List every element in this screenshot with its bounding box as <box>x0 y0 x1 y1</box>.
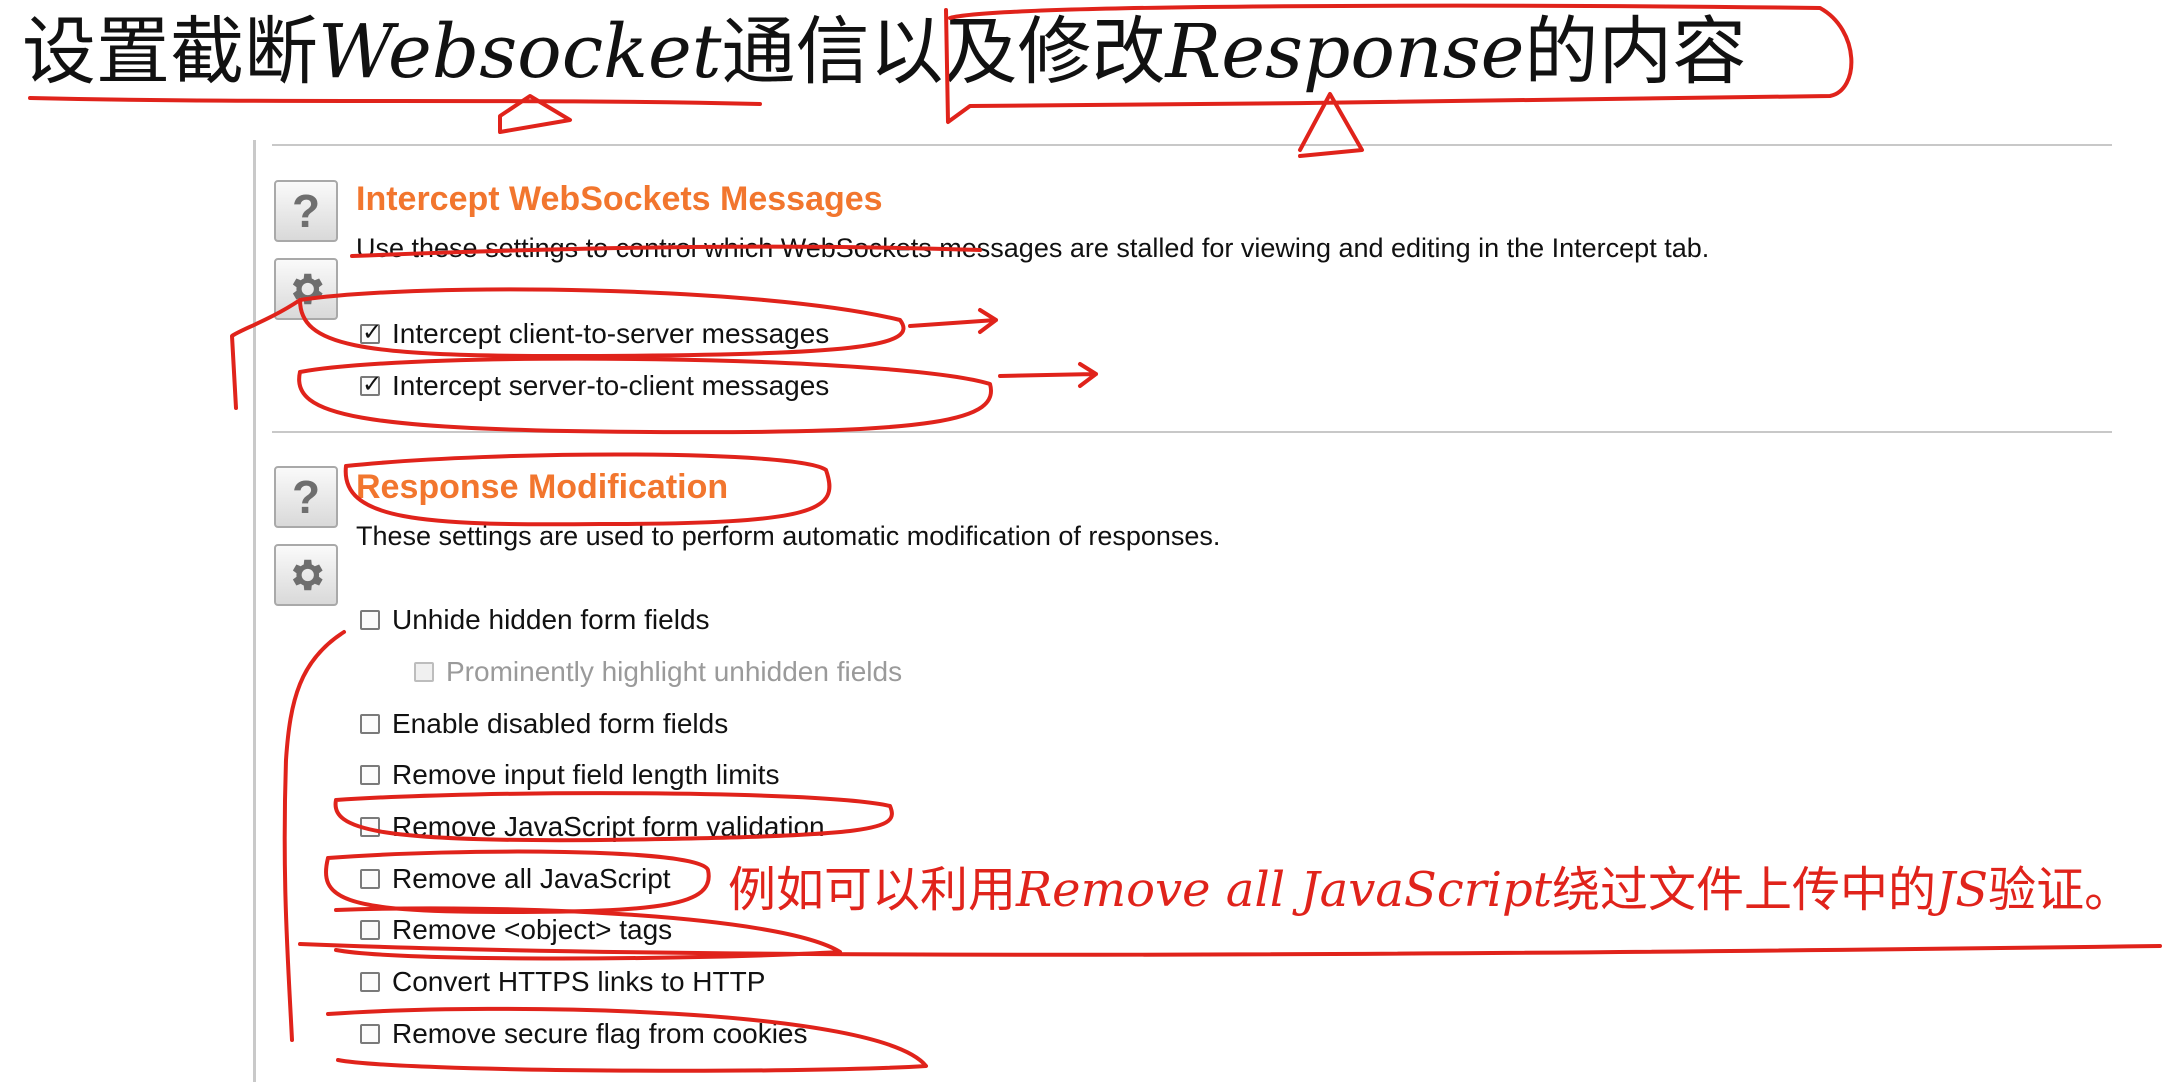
section-divider <box>272 144 2112 146</box>
option-label: Intercept server-to-client messages <box>392 370 830 401</box>
option-label: Remove input field length limits <box>392 759 780 790</box>
annotation-text: 例如可以利用 <box>728 862 1017 918</box>
video-caption-title: 设置截断Websocket通信以及修改Response的内容 <box>22 2 1746 102</box>
remove-js-validation-checkbox[interactable]: Remove JavaScript form validation <box>360 809 825 845</box>
option-label: Remove secure flag from cookies <box>392 1018 808 1049</box>
checkbox-disabled-icon <box>414 662 434 682</box>
annotation-text: Remove all JavaScript <box>1016 862 1553 918</box>
checkbox-checked-icon[interactable] <box>360 318 382 346</box>
response-section: Response Modification These settings are… <box>356 468 2163 552</box>
remove-object-tags-checkbox[interactable]: Remove <object> tags <box>360 912 672 948</box>
panel-border <box>253 140 256 1082</box>
handwritten-annotation-note: 例如可以利用Remove all JavaScript绕过文件上传中的JS验证。 <box>728 850 2132 920</box>
checkbox-icon[interactable] <box>360 1024 380 1044</box>
checkbox-icon[interactable] <box>360 920 380 940</box>
option-label: Intercept client-to-server messages <box>392 318 830 349</box>
remove-length-limits-checkbox[interactable]: Remove input field length limits <box>360 757 780 793</box>
pen-arrow <box>998 362 1098 388</box>
checkbox-icon[interactable] <box>360 714 380 734</box>
caption-text: 的内容 <box>1524 9 1747 95</box>
websockets-settings-button[interactable] <box>274 258 338 320</box>
pen-arrow <box>908 308 998 334</box>
option-label: Enable disabled form fields <box>392 708 729 739</box>
checkbox-checked-icon[interactable] <box>360 370 382 398</box>
remove-all-javascript-checkbox[interactable]: Remove all JavaScript <box>360 861 671 897</box>
checkbox-icon[interactable] <box>360 610 380 630</box>
checkbox-icon[interactable] <box>360 869 380 889</box>
checkbox-icon[interactable] <box>360 972 380 992</box>
checkbox-icon[interactable] <box>360 817 380 837</box>
intercept-server-to-client-checkbox[interactable]: Intercept server-to-client messages <box>360 368 829 404</box>
remove-secure-flag-checkbox[interactable]: Remove secure flag from cookies <box>360 1016 808 1052</box>
help-icon: ? <box>291 471 321 523</box>
convert-https-links-checkbox[interactable]: Convert HTTPS links to HTTP <box>360 964 765 1000</box>
option-label: Convert HTTPS links to HTTP <box>392 966 766 997</box>
response-settings-button[interactable] <box>274 544 338 606</box>
left-gutter <box>0 140 255 1082</box>
websockets-section-title: Intercept WebSockets Messages <box>356 180 883 218</box>
caption-text: Websocket <box>318 9 722 95</box>
section-divider <box>272 431 2112 433</box>
response-help-button[interactable]: ? <box>274 466 338 528</box>
option-label: Remove JavaScript form validation <box>392 811 825 842</box>
pen-bracket <box>282 630 346 1042</box>
gear-icon <box>292 273 323 305</box>
response-section-title: Response Modification <box>356 468 729 506</box>
option-label: Prominently highlight unhidden fields <box>446 656 903 687</box>
annotation-text: 验证。 <box>1988 862 2133 918</box>
unhide-hidden-fields-checkbox[interactable]: Unhide hidden form fields <box>360 602 710 638</box>
caption-text: 设置截断 <box>22 9 318 95</box>
annotation-text: JS <box>1936 862 1989 918</box>
websockets-section: Intercept WebSockets Messages Use these … <box>356 180 2163 264</box>
caption-text: 通信以及修改 <box>721 9 1166 95</box>
enable-disabled-fields-checkbox[interactable]: Enable disabled form fields <box>360 706 728 742</box>
intercept-client-to-server-checkbox[interactable]: Intercept client-to-server messages <box>360 316 829 352</box>
response-section-description: These settings are used to perform autom… <box>356 521 1221 551</box>
highlight-unhidden-fields-checkbox: Prominently highlight unhidden fields <box>414 654 902 690</box>
option-label: Remove <object> tags <box>392 914 673 945</box>
websockets-section-description: Use these settings to control which WebS… <box>356 233 1710 263</box>
gear-icon <box>292 559 323 591</box>
pen-caret <box>1298 92 1364 158</box>
option-label: Unhide hidden form fields <box>392 604 710 635</box>
websockets-help-button[interactable]: ? <box>274 180 338 242</box>
help-icon: ? <box>291 185 321 237</box>
checkbox-icon[interactable] <box>360 765 380 785</box>
caption-text: Response <box>1165 9 1525 95</box>
option-label: Remove all JavaScript <box>392 863 671 894</box>
annotation-text: 绕过文件上传中的 <box>1552 862 1937 918</box>
